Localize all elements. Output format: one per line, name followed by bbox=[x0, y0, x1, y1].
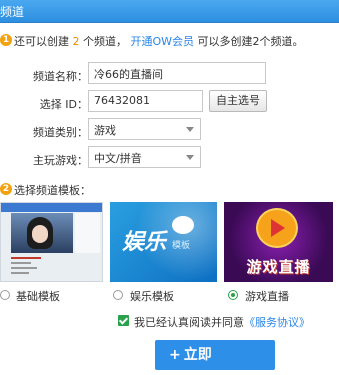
channel-category-label: 频道类别： bbox=[33, 126, 88, 139]
template-label-basic: 基础模板 bbox=[16, 290, 60, 303]
agreement-text: 我已经认真阅读并同意《服务协议》 bbox=[134, 316, 310, 329]
channel-id-input[interactable]: 76432081 bbox=[88, 90, 203, 112]
channel-category-select[interactable]: 游戏 bbox=[88, 118, 201, 140]
quota-count: 2 bbox=[72, 35, 80, 48]
main-game-select[interactable]: 中文/拼音 bbox=[88, 146, 201, 168]
thumbnail-header-bar bbox=[1, 203, 102, 212]
game-live-logo-text: 游戏直播 bbox=[246, 258, 311, 276]
window-titlebar: 频道 bbox=[0, 0, 339, 23]
chevron-down-icon bbox=[186, 127, 194, 132]
channel-name-label: 频道名称： bbox=[33, 70, 88, 83]
chevron-down-icon bbox=[186, 155, 194, 160]
quota-info: 1 还可以创建 2 个频道， 开通OW会员 可以多创建2个频道。 bbox=[0, 30, 339, 50]
main-game-label: 主玩游戏： bbox=[33, 154, 88, 167]
step-2-icon: 2 bbox=[0, 183, 12, 195]
template-radio-game-live[interactable] bbox=[228, 290, 238, 300]
channel-name-input[interactable]: 冷66的直播间 bbox=[88, 62, 266, 84]
template-section-heading: 2 选择频道模板： bbox=[0, 181, 339, 197]
category-value: 游戏 bbox=[94, 124, 116, 137]
service-agreement-link[interactable]: 《服务协议》 bbox=[244, 316, 310, 329]
create-now-button[interactable]: + 立即 bbox=[155, 340, 275, 370]
template-label-game-live: 游戏直播 bbox=[245, 290, 289, 303]
mascot-icon bbox=[172, 216, 194, 234]
template-radio-entertainment[interactable] bbox=[113, 290, 123, 300]
template-radio-basic[interactable] bbox=[0, 290, 10, 300]
quota-text: 还可以创建 2 个频道， 开通OW会员 可以多创建2个频道。 bbox=[14, 35, 304, 48]
entertainment-logo-sub: 模板 bbox=[172, 241, 191, 251]
game-mascot-icon bbox=[256, 208, 298, 248]
agreement-checkbox[interactable] bbox=[118, 315, 129, 326]
game-value: 中文/拼音 bbox=[94, 152, 142, 165]
game-live-template-thumbnail[interactable]: 游戏直播 bbox=[224, 202, 333, 282]
plus-icon: + bbox=[169, 347, 181, 363]
window-title: 频道 bbox=[0, 5, 25, 19]
template-label-entertainment: 娱乐模板 bbox=[130, 290, 174, 303]
create-button-label: 立即 bbox=[183, 347, 212, 363]
chat-panel bbox=[75, 213, 100, 253]
step-1-icon: 1 bbox=[0, 34, 12, 46]
entertainment-template-thumbnail[interactable]: 娱乐 模板 bbox=[110, 202, 217, 282]
template-heading: 选择频道模板： bbox=[14, 184, 91, 197]
open-membership-link[interactable]: 开通OW会员 bbox=[131, 35, 195, 48]
video-preview bbox=[11, 213, 73, 253]
choose-id-button[interactable]: 自主选号 bbox=[209, 90, 267, 112]
entertainment-logo-text: 娱乐 bbox=[122, 230, 167, 255]
channel-id-label: 选择 ID： bbox=[39, 98, 88, 111]
basic-template-thumbnail[interactable] bbox=[0, 202, 103, 282]
